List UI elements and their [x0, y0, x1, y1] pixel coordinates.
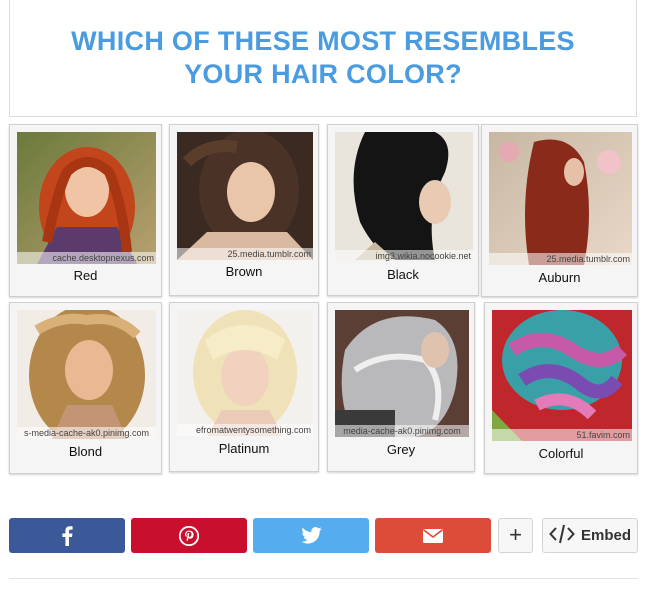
photo-credit: img3.wikia.nocookie.net	[335, 250, 473, 262]
facebook-share-button[interactable]	[9, 518, 125, 553]
option-card-auburn[interactable]: 25.media.tumblr.com Auburn	[481, 124, 638, 297]
option-label: Platinum	[218, 441, 270, 456]
option-label: Blond	[68, 444, 103, 459]
photo-credit: s-media-cache-ak0.pinimg.com	[17, 427, 156, 439]
pinterest-icon	[179, 525, 199, 546]
option-card-brown[interactable]: 25.media.tumblr.com Brown	[169, 124, 319, 296]
option-photo-auburn: 25.media.tumblr.com	[489, 132, 632, 265]
option-photo-platinum: efromatwentysomething.com	[177, 310, 313, 436]
option-label: Colorful	[538, 446, 584, 461]
pinterest-share-button[interactable]	[131, 518, 247, 553]
photo-credit: media-cache-ak0.pinimg.com	[335, 425, 469, 437]
divider	[9, 578, 638, 579]
option-photo-brown: 25.media.tumblr.com	[177, 132, 313, 260]
email-icon	[423, 528, 443, 543]
option-card-colorful[interactable]: 51.favim.com Colorful	[484, 302, 638, 474]
option-label: Red	[73, 268, 98, 283]
photo-credit: 25.media.tumblr.com	[177, 248, 313, 260]
facebook-icon	[61, 525, 73, 546]
more-share-button[interactable]: +	[498, 518, 533, 553]
option-label: Auburn	[538, 270, 581, 285]
photo-credit: 25.media.tumblr.com	[489, 253, 632, 265]
option-card-platinum[interactable]: efromatwentysomething.com Platinum	[169, 302, 319, 472]
option-photo-colorful: 51.favim.com	[492, 310, 632, 441]
twitter-icon	[300, 527, 322, 544]
photo-credit: cache.desktopnexus.com	[17, 252, 156, 264]
option-card-black[interactable]: img3.wikia.nocookie.net Black	[327, 124, 479, 296]
option-card-blond[interactable]: s-media-cache-ak0.pinimg.com Blond	[9, 302, 162, 474]
photo-credit: efromatwentysomething.com	[177, 424, 313, 436]
option-photo-grey: media-cache-ak0.pinimg.com	[335, 310, 469, 437]
question-header: WHICH OF THESE MOST RESEMBLES YOUR HAIR …	[9, 0, 637, 117]
photo-credit: 51.favim.com	[492, 429, 632, 441]
option-photo-black: img3.wikia.nocookie.net	[335, 132, 473, 262]
option-photo-red: cache.desktopnexus.com	[17, 132, 156, 264]
option-label: Grey	[386, 442, 416, 457]
code-icon	[549, 524, 575, 548]
email-share-button[interactable]	[375, 518, 491, 553]
option-photo-blond: s-media-cache-ak0.pinimg.com	[17, 310, 156, 439]
question-title: WHICH OF THESE MOST RESEMBLES YOUR HAIR …	[71, 26, 575, 89]
option-label: Brown	[225, 264, 263, 279]
option-label: Black	[387, 267, 419, 282]
embed-label: Embed	[580, 527, 631, 544]
option-card-red[interactable]: cache.desktopnexus.com Red	[9, 124, 162, 297]
embed-button[interactable]: Embed	[542, 518, 638, 553]
option-card-grey[interactable]: media-cache-ak0.pinimg.com Grey	[327, 302, 475, 472]
twitter-share-button[interactable]	[253, 518, 369, 553]
